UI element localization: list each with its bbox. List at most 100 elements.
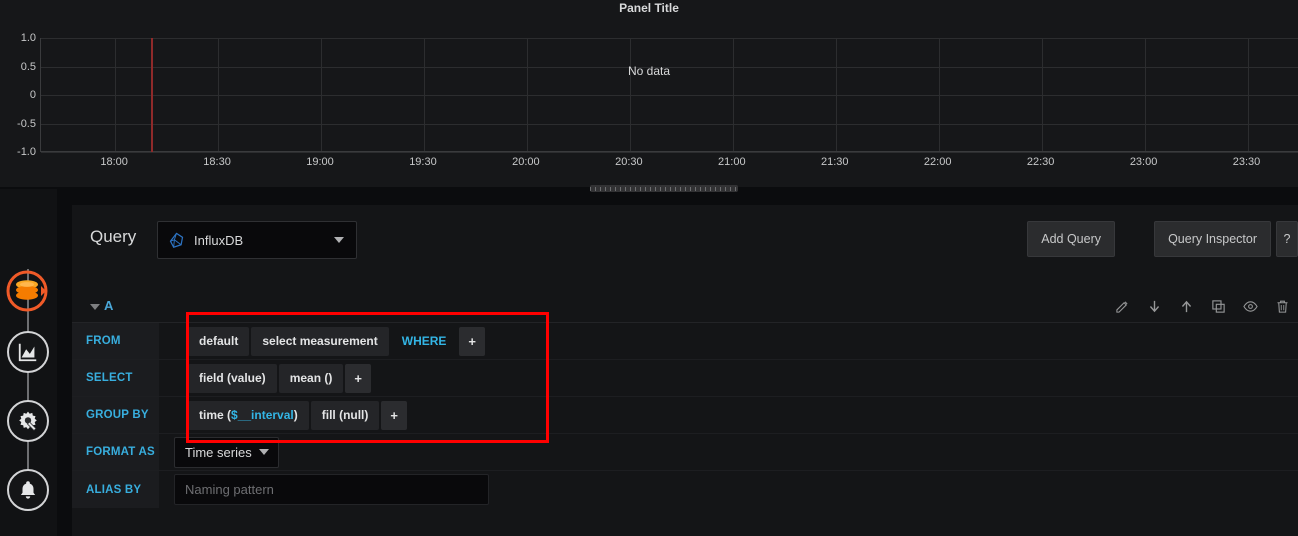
page-title: Panel Title (619, 1, 679, 15)
duplicate-icon[interactable] (1211, 299, 1226, 314)
panel-resize-handle[interactable] (590, 185, 738, 192)
query-inspector-button[interactable]: Query Inspector (1154, 221, 1271, 257)
x-axis-tick: 19:00 (306, 156, 334, 168)
help-button[interactable]: ? (1276, 221, 1298, 257)
query-row-group-by: GROUP BY time ($__interval) fill (null) … (72, 397, 1298, 434)
group-by-time-segment[interactable]: time ($__interval) (188, 400, 309, 430)
row-label-from: FROM (72, 323, 160, 359)
format-as-select[interactable]: Time series (174, 436, 279, 468)
sidebar-item-grafana-logo[interactable] (5, 268, 51, 314)
group-by-fill-segment[interactable]: fill (null) (310, 400, 380, 430)
x-axis-tick: 18:00 (100, 156, 128, 168)
bell-icon (20, 481, 36, 499)
datasource-picker[interactable]: InfluxDB (157, 221, 357, 259)
gridline-vertical (938, 38, 940, 151)
from-where-keyword[interactable]: WHERE (391, 327, 458, 356)
datasource-name: InfluxDB (194, 232, 244, 248)
gridline-vertical (835, 38, 837, 151)
query-row-format-as: FORMAT AS Time series (72, 434, 1298, 471)
y-axis-tick: 1.0 (20, 32, 36, 44)
x-axis-tick: 21:00 (718, 156, 746, 168)
pencil-icon[interactable] (1115, 299, 1130, 314)
row-label-group-by: GROUP BY (72, 397, 160, 433)
arrow-up-icon[interactable] (1179, 299, 1194, 314)
influxdb-icon (169, 232, 184, 248)
query-header: Query InfluxDB Add Query Query Inspector… (72, 205, 1298, 273)
gridline-vertical (423, 38, 425, 151)
x-axis-tick: 21:30 (820, 156, 849, 168)
select-mean-segment[interactable]: mean () (278, 363, 344, 393)
row-body-alias-by (160, 471, 1298, 508)
chevron-down-icon (334, 237, 344, 243)
query-editor: Query InfluxDB Add Query Query Inspector… (72, 205, 1298, 536)
eye-icon[interactable] (1243, 299, 1258, 314)
query-row-select: SELECT field (value) mean () + (72, 360, 1298, 397)
gridline-vertical (321, 38, 322, 151)
add-query-button[interactable]: Add Query (1027, 221, 1115, 257)
gridline-vertical (1247, 38, 1249, 151)
query-row-actions (1115, 290, 1290, 323)
x-axis-tick: 22:00 (923, 156, 952, 168)
query-row-alias-by: ALIAS BY (72, 471, 1298, 508)
x-axis-tick: 20:00 (512, 156, 540, 168)
group-by-add-button[interactable]: + (381, 400, 407, 430)
sidebar-item-general-settings[interactable] (7, 400, 49, 442)
row-body-group-by: time ($__interval) fill (null) + (160, 397, 1298, 433)
gridline-vertical (1041, 38, 1043, 151)
grafana-logo-icon (6, 270, 48, 312)
query-section-label: Query (90, 227, 137, 246)
from-measurement-segment[interactable]: select measurement (251, 326, 389, 356)
group-by-time-prefix: time ( (199, 408, 232, 422)
x-axis-tick: 22:30 (1026, 156, 1055, 168)
gear-wrench-icon (19, 411, 37, 432)
graph-icon (18, 343, 37, 362)
row-body-format-as: Time series (160, 434, 1298, 470)
row-body-select: field (value) mean () + (160, 360, 1298, 396)
x-axis-tick: 23:00 (1129, 156, 1158, 168)
sidebar-item-visualization[interactable] (7, 331, 49, 373)
alias-by-input[interactable] (174, 474, 489, 505)
x-axis-tick: 18:30 (203, 156, 231, 168)
chevron-down-icon[interactable] (90, 304, 100, 310)
query-row-letter: A (104, 298, 114, 313)
gridline-vertical (526, 38, 528, 151)
from-add-button[interactable]: + (459, 326, 486, 356)
chevron-down-icon (259, 449, 269, 455)
gridline-vertical (732, 38, 734, 151)
group-by-time-suffix: ) (293, 408, 298, 422)
query-row-a-header: A (72, 290, 1298, 323)
sidebar (0, 189, 58, 536)
y-axis-tick: -0.5 (17, 117, 36, 130)
gridline-vertical (218, 38, 220, 151)
gridline-vertical (1144, 38, 1146, 151)
sidebar-item-alert[interactable] (7, 469, 49, 511)
annotation-line (151, 38, 153, 152)
plot-area (40, 38, 1298, 153)
y-axis-tick: -1.0 (17, 146, 36, 158)
row-label-format-as: FORMAT AS (72, 434, 160, 470)
query-row-from: FROM default select measurement WHERE + (72, 323, 1298, 360)
gridline-vertical (629, 38, 631, 151)
x-axis-tick: 19:30 (409, 156, 437, 168)
select-field-segment[interactable]: field (value) (188, 363, 277, 393)
y-axis-tick: 0 (29, 89, 36, 101)
y-axis: 1.0 0.5 0 -0.5 -1.0 (0, 32, 36, 158)
group-by-interval-token: $__interval (231, 408, 294, 422)
row-body-from: default select measurement WHERE + (160, 323, 1298, 359)
row-label-select: SELECT (72, 360, 160, 396)
select-add-button[interactable]: + (345, 363, 371, 393)
gridline-horizontal (41, 38, 1298, 39)
arrow-down-icon[interactable] (1147, 299, 1162, 314)
gridline-horizontal (41, 123, 1298, 125)
trash-icon[interactable] (1275, 299, 1290, 314)
no-data-message: No data (627, 64, 671, 78)
x-axis-tick: 23:30 (1232, 156, 1261, 168)
from-policy-segment[interactable]: default (188, 326, 250, 356)
x-axis-tick: 20:30 (615, 156, 643, 168)
row-label-alias-by: ALIAS BY (72, 471, 160, 508)
graph-panel: Panel Title 1.0 0.5 0 -0.5 -1.0 No data 18:0… (0, 0, 1298, 192)
gridline-horizontal (41, 152, 1298, 153)
gridline-horizontal (41, 95, 1298, 96)
gridline-vertical (115, 38, 117, 151)
format-as-value: Time series (185, 444, 252, 460)
